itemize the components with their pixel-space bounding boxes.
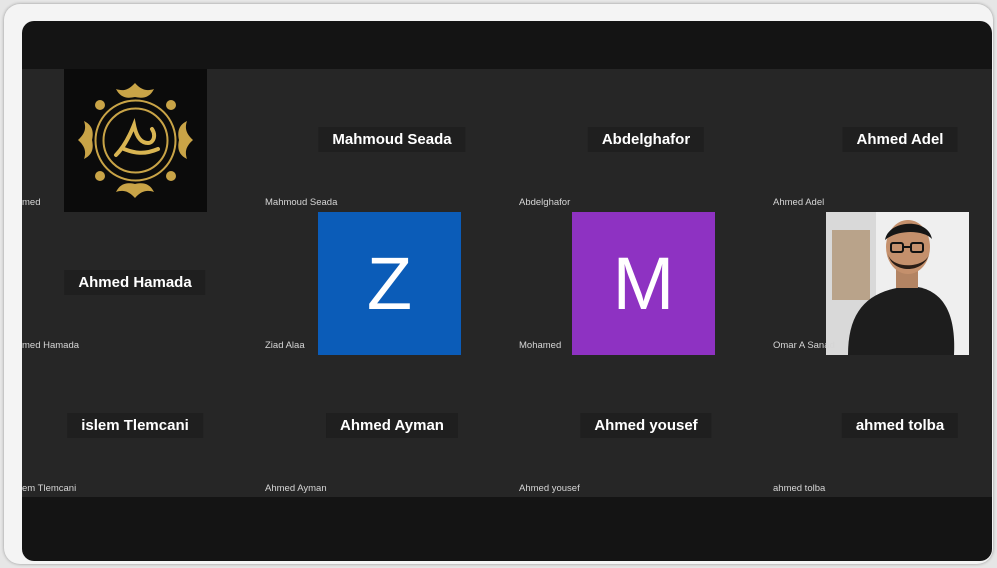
participant-tile[interactable]: Ahmed yousef Ahmed yousef [519, 355, 773, 498]
participant-name: Mahmoud Seada [318, 127, 466, 152]
participant-name: ahmed tolba [841, 413, 959, 438]
participant-label: Ahmed Ayman [265, 483, 327, 494]
participant-tile[interactable]: med [22, 69, 276, 212]
participant-label: Omar A Sanad [773, 340, 835, 351]
meeting-window: med Mahmoud Seada Mahmoud Seada Abdelgha… [22, 21, 992, 561]
participant-tile[interactable]: Omar A Sanad [773, 212, 992, 355]
participant-name: Ahmed Ayman [326, 413, 458, 438]
avatar-letter: Z [366, 242, 413, 325]
participant-tile[interactable]: islem Tlemcani em Tlemcani [22, 355, 276, 498]
participant-label: med Hamada [22, 340, 80, 351]
participant-name: Abdelghafor [587, 127, 705, 152]
avatar: M [572, 212, 715, 355]
participant-tile[interactable]: Ahmed Hamada med Hamada [22, 212, 276, 355]
participant-tile[interactable]: ahmed tolba ahmed tolba [773, 355, 992, 498]
participant-name: islem Tlemcani [67, 413, 203, 438]
participant-grid: med Mahmoud Seada Mahmoud Seada Abdelgha… [22, 69, 992, 497]
avatar: Z [318, 212, 461, 355]
device-frame: med Mahmoud Seada Mahmoud Seada Abdelgha… [4, 4, 993, 564]
participant-label: em Tlemcani [22, 483, 77, 494]
participant-tile[interactable]: M Mohamed [519, 212, 773, 355]
person-photo [826, 212, 969, 355]
participant-name: Ahmed yousef [580, 413, 712, 438]
participant-tile[interactable]: Ahmed Ayman Ahmed Ayman [265, 355, 519, 498]
participant-label: Abdelghafor [519, 197, 571, 208]
participant-label: Ahmed Adel [773, 197, 825, 208]
participant-label: Mohamed [519, 340, 562, 351]
participant-label: Ziad Alaa [265, 340, 305, 351]
participant-label: Ahmed yousef [519, 483, 580, 494]
participant-tile[interactable]: Abdelghafor Abdelghafor [519, 69, 773, 212]
participant-tile[interactable]: Mahmoud Seada Mahmoud Seada [265, 69, 519, 212]
calligraphy-emblem-icon [64, 69, 207, 212]
participant-tile[interactable]: Z Ziad Alaa [265, 212, 519, 355]
participant-name: Ahmed Adel [842, 127, 958, 152]
participant-name: Ahmed Hamada [64, 270, 206, 295]
participant-label: med [22, 197, 41, 208]
avatar-letter: M [612, 242, 675, 325]
participant-tile[interactable]: Ahmed Adel Ahmed Adel [773, 69, 992, 212]
participant-label: ahmed tolba [773, 483, 826, 494]
participant-label: Mahmoud Seada [265, 197, 338, 208]
